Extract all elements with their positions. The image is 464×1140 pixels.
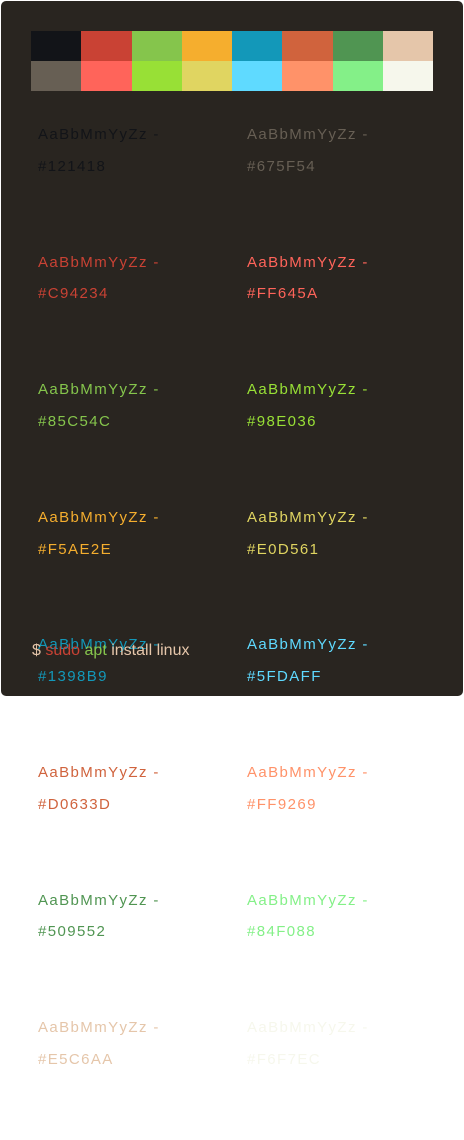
hex-code: #FF645A xyxy=(247,285,319,303)
hex-code: #D0633D xyxy=(38,795,112,813)
sample-text: AaBbMmYyZz - xyxy=(38,763,160,781)
hex-code: #84F088 xyxy=(247,923,317,941)
swatch-bright-4 xyxy=(232,61,283,91)
apt-keyword: apt xyxy=(84,642,107,659)
color-sample-normal-2: AaBbMmYyZz - #85C54C xyxy=(38,374,228,502)
sample-text: AaBbMmYyZz - xyxy=(38,508,160,526)
sample-text: AaBbMmYyZz - xyxy=(247,1019,369,1037)
hex-code: #98E036 xyxy=(247,413,317,431)
sample-text: AaBbMmYyZz - xyxy=(247,508,369,526)
sudo-keyword: sudo xyxy=(45,642,81,659)
sample-text: AaBbMmYyZz - xyxy=(38,126,160,143)
swatch-bright-1 xyxy=(81,61,132,91)
color-sample-normal-1: AaBbMmYyZz - #C94234 xyxy=(38,247,228,375)
color-sample-bright-7: AaBbMmYyZz - #F6F7EC xyxy=(247,1012,437,1140)
color-sample-bright-4: AaBbMmYyZz - #5FDAFF xyxy=(247,629,437,757)
color-sample-normal-0: AaBbMmYyZz - #121418 xyxy=(38,119,228,247)
swatch-bright-0 xyxy=(31,61,82,91)
swatch-normal-2 xyxy=(131,31,182,61)
theme-preview-card: AaBbMmYyZz - #121418 AaBbMmYyZz - #C94234 Aa… xyxy=(1,1,463,1068)
hex-code: #509552 xyxy=(38,923,107,941)
sample-text: AaBbMmYyZz - xyxy=(247,636,369,654)
terminal-command: $ sudo apt install linux xyxy=(32,642,189,660)
color-sample-bright-0: AaBbMmYyZz - #675F54 xyxy=(247,119,437,247)
color-sample-bright-2: AaBbMmYyZz - #98E036 xyxy=(247,374,437,502)
hex-code: #5FDAFF xyxy=(247,668,322,686)
color-sample-normal-6: AaBbMmYyZz - #509552 xyxy=(38,885,228,1013)
swatch-bright-3 xyxy=(181,61,232,91)
hex-code: #C94234 xyxy=(38,285,109,303)
sample-text: AaBbMmYyZz - xyxy=(247,381,369,399)
color-sample-normal-3: AaBbMmYyZz - #F5AE2E xyxy=(38,502,228,630)
color-sample-bright-1: AaBbMmYyZz - #FF645A xyxy=(247,247,437,375)
swatch-bright-6 xyxy=(332,61,383,91)
normal-colors-column: AaBbMmYyZz - #121418 AaBbMmYyZz - #C94234 Aa… xyxy=(38,119,228,1140)
hex-code: #F5AE2E xyxy=(38,540,113,558)
swatch-normal-0 xyxy=(31,31,82,61)
swatch-normal-6 xyxy=(332,31,383,61)
color-sample-bright-5: AaBbMmYyZz - #FF9269 xyxy=(247,757,437,885)
sample-text: AaBbMmYyZz - xyxy=(38,891,160,909)
swatch-normal-3 xyxy=(181,31,232,61)
hex-code: #FF9269 xyxy=(247,795,317,813)
sample-text: AaBbMmYyZz - xyxy=(247,126,369,143)
hex-code: #1398B9 xyxy=(38,668,108,686)
bright-colors-column: AaBbMmYyZz - #675F54 AaBbMmYyZz - #FF645A Aa… xyxy=(247,119,437,1140)
sample-text: AaBbMmYyZz - xyxy=(38,253,160,271)
swatch-bright-7 xyxy=(382,61,433,91)
color-palette xyxy=(31,31,433,91)
sample-text: AaBbMmYyZz - xyxy=(247,253,369,271)
sample-text: AaBbMmYyZz - xyxy=(247,891,369,909)
color-sample-normal-5: AaBbMmYyZz - #D0633D xyxy=(38,757,228,885)
color-sample-bright-6: AaBbMmYyZz - #84F088 xyxy=(247,885,437,1013)
sample-text: AaBbMmYyZz - xyxy=(38,1019,160,1037)
hex-code: #121418 xyxy=(38,157,107,175)
swatch-normal-5 xyxy=(282,31,333,61)
hex-code: #E5C6AA xyxy=(38,1051,114,1069)
hex-code: #675F54 xyxy=(247,157,317,175)
hex-code: #85C54C xyxy=(38,413,112,431)
sample-text: AaBbMmYyZz - xyxy=(38,381,160,399)
swatch-normal-4 xyxy=(232,31,283,61)
swatch-normal-1 xyxy=(81,31,132,61)
hex-code: #F6F7EC xyxy=(247,1051,321,1069)
command-args: install linux xyxy=(111,642,190,659)
swatch-bright-2 xyxy=(131,61,182,91)
swatch-bright-5 xyxy=(282,61,333,91)
prompt-symbol: $ xyxy=(32,642,41,659)
sample-text: AaBbMmYyZz - xyxy=(247,763,369,781)
hex-code: #E0D561 xyxy=(247,540,320,558)
color-sample-normal-7: AaBbMmYyZz - #E5C6AA xyxy=(38,1012,228,1140)
swatch-normal-7 xyxy=(382,31,433,61)
color-sample-bright-3: AaBbMmYyZz - #E0D561 xyxy=(247,502,437,630)
